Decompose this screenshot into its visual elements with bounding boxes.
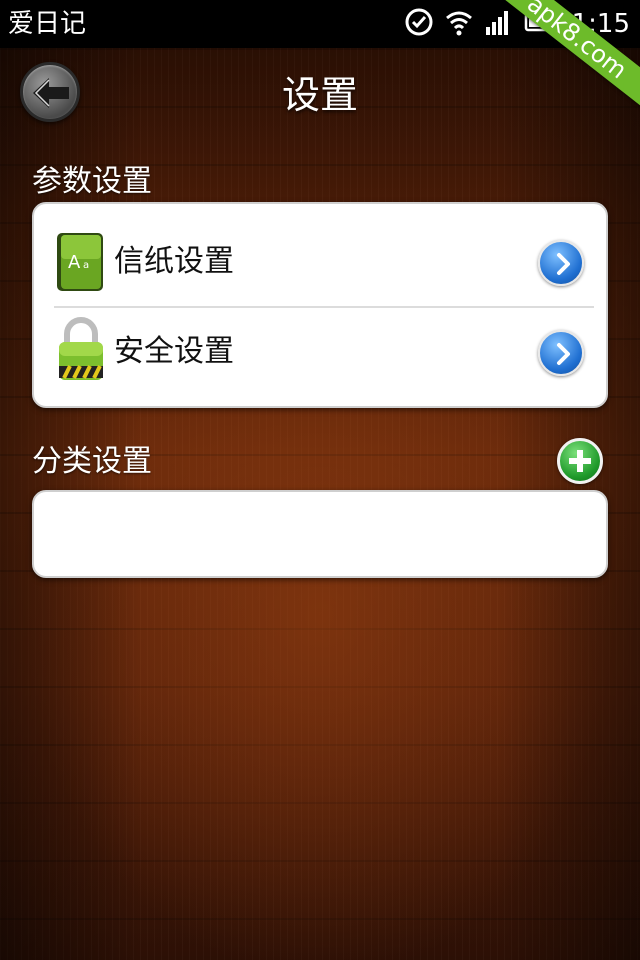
list-item-label: 安全设置 bbox=[114, 334, 234, 369]
list-item-stationery[interactable]: A a 信纸设置 bbox=[34, 218, 606, 306]
add-category-button[interactable] bbox=[557, 438, 603, 484]
signal-icon bbox=[484, 7, 514, 41]
wifi-icon bbox=[444, 7, 474, 41]
sync-check-icon bbox=[404, 7, 434, 41]
status-app-name: 爱日记 bbox=[8, 9, 87, 39]
svg-text:a: a bbox=[83, 260, 89, 271]
params-card: A a 信纸设置 安全设置 bbox=[32, 202, 608, 408]
lock-icon bbox=[56, 316, 106, 386]
stationery-icon: A a bbox=[56, 232, 104, 296]
chevron-right-button[interactable] bbox=[538, 240, 584, 286]
section-label-params: 参数设置 bbox=[32, 164, 152, 199]
categories-card bbox=[32, 490, 608, 578]
status-bar: 爱日记 1:15 apk8.com bbox=[0, 0, 640, 120]
section-label-categories: 分类设置 bbox=[32, 444, 152, 479]
list-item-security[interactable]: 安全设置 bbox=[34, 308, 606, 396]
chevron-right-icon bbox=[557, 253, 570, 275]
chevron-right-button[interactable] bbox=[538, 330, 584, 376]
chevron-right-icon bbox=[557, 343, 570, 365]
svg-text:A: A bbox=[68, 252, 81, 273]
plus-icon bbox=[569, 450, 591, 472]
list-item-label: 信纸设置 bbox=[114, 244, 234, 279]
page-title: 设置 bbox=[281, 73, 358, 117]
